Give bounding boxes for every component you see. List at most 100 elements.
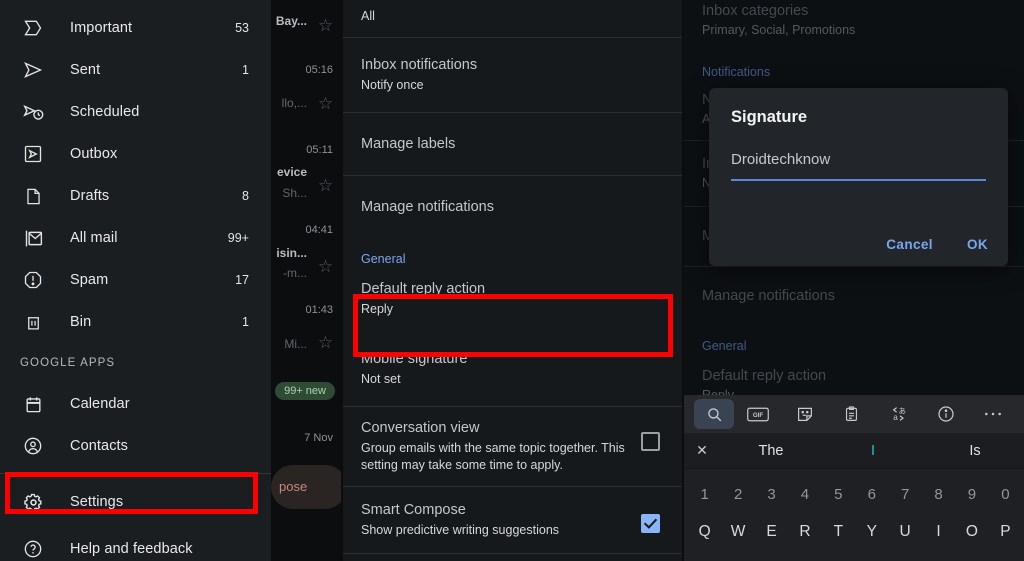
sidebar-item-all-mail[interactable]: All mail 99+ (0, 217, 271, 259)
settings-row-inbox-notifications[interactable]: Inbox notifications Notify once (343, 38, 682, 112)
sidebar-item-spam[interactable]: Spam 17 (0, 259, 271, 301)
clipboard-icon[interactable] (828, 399, 875, 429)
close-icon[interactable]: ✕ (684, 442, 720, 459)
key-4[interactable]: 4 (788, 486, 821, 503)
cancel-button[interactable]: Cancel (886, 237, 933, 252)
settings-row-title: Inbox categories (702, 3, 809, 19)
list-item: 7 Nov (304, 432, 333, 444)
sticker-icon[interactable] (781, 399, 828, 429)
settings-row-value: All (361, 9, 375, 23)
settings-row-manage-labels[interactable]: Manage labels (343, 113, 682, 175)
sidebar-item-count: 99+ (227, 231, 249, 245)
key-t[interactable]: T (822, 523, 855, 541)
gif-icon[interactable]: GIF (734, 399, 781, 429)
settings-row-all[interactable]: All (343, 0, 682, 37)
key-q[interactable]: Q (688, 523, 721, 541)
sidebar-item-settings[interactable]: Settings (0, 478, 271, 526)
dialog-actions: Cancel OK (886, 237, 988, 252)
list-item: llo,... (281, 96, 307, 110)
unread-count-badge: 99+ new (275, 382, 335, 400)
sidebar-item-label: Sent (70, 62, 101, 78)
list-item: 04:41 (305, 224, 333, 236)
translate-icon[interactable]: a あ (875, 399, 922, 429)
smart-compose-checkbox[interactable] (641, 514, 660, 533)
sidebar-item-label: Important (70, 20, 133, 36)
key-r[interactable]: R (788, 523, 821, 541)
settings-row-conversation-view[interactable]: Conversation view Group emails with the … (343, 407, 682, 486)
star-icon[interactable]: ☆ (316, 16, 335, 35)
divider (0, 473, 271, 474)
key-5[interactable]: 5 (822, 486, 855, 503)
more-options-icon[interactable] (969, 399, 1016, 429)
compose-button[interactable]: pose (271, 465, 341, 509)
key-9[interactable]: 9 (955, 486, 988, 503)
keyboard-number-row: 1 2 3 4 5 6 7 8 9 0 (688, 475, 1022, 513)
star-icon[interactable]: ☆ (316, 94, 335, 113)
key-7[interactable]: 7 (888, 486, 921, 503)
list-item: 05:11 (306, 144, 333, 156)
settings-row-value: Group emails with the same topic togethe… (361, 441, 625, 473)
svg-text:a: a (893, 413, 898, 422)
keyboard-toolbar: GIF a あ (684, 395, 1024, 433)
panel-signature-dialog: Inbox categories Primary, Social, Promot… (682, 0, 1024, 561)
ok-button[interactable]: OK (967, 237, 988, 252)
on-screen-keyboard: GIF a あ ✕ The I Is 1 2 3 4 5 6 7 8 9 0 Q… (684, 395, 1024, 561)
sidebar-item-label: Help and feedback (70, 541, 193, 557)
key-p[interactable]: P (989, 523, 1022, 541)
settings-row-default-reply-action[interactable]: Default reply action Reply (343, 270, 682, 334)
help-circle-icon (20, 536, 46, 561)
settings-row-title: Manage notifications (361, 199, 494, 215)
suggestion-word[interactable]: I (822, 443, 924, 459)
spam-warning-icon (20, 267, 46, 293)
key-w[interactable]: W (721, 523, 754, 541)
key-e[interactable]: E (755, 523, 788, 541)
sidebar-item-label: Scheduled (70, 104, 140, 120)
key-o[interactable]: O (955, 523, 988, 541)
conversation-view-checkbox[interactable] (641, 432, 660, 452)
sidebar-section-header: GOOGLE APPS (20, 357, 116, 369)
signature-input[interactable]: Droidtechknow (731, 151, 986, 168)
settings-row-smart-compose[interactable]: Smart Compose Show predictive writing su… (343, 487, 682, 553)
sidebar-item-drafts[interactable]: Drafts 8 (0, 175, 271, 217)
settings-row-manage-notifications[interactable]: Manage notifications (343, 176, 682, 238)
key-1[interactable]: 1 (688, 486, 721, 503)
settings-row-manage-notifications[interactable]: Manage notifications (684, 267, 1024, 325)
settings-section-general: General (702, 338, 747, 353)
star-icon[interactable]: ☆ (316, 257, 335, 276)
signature-input-wrapper[interactable]: Droidtechknow (731, 151, 986, 181)
key-2[interactable]: 2 (721, 486, 754, 503)
sidebar-item-bin[interactable]: Bin 1 (0, 301, 271, 343)
search-icon[interactable] (694, 399, 734, 429)
suggestion-word[interactable]: The (720, 443, 822, 459)
settings-row-title: Inbox notifications (361, 56, 478, 73)
key-i[interactable]: I (922, 523, 955, 541)
key-3[interactable]: 3 (755, 486, 788, 503)
sidebar-item-sent[interactable]: Sent 1 (0, 49, 271, 91)
settings-row-inbox-categories[interactable]: Inbox categories Primary, Social, Promot… (684, 0, 1024, 51)
key-u[interactable]: U (888, 523, 921, 541)
settings-row-mobile-signature[interactable]: Mobile signature Not set (343, 334, 682, 406)
sidebar-item-label: Spam (70, 272, 109, 288)
sidebar-item-contacts[interactable]: Contacts (0, 425, 271, 467)
settings-row-value: Show predictive writing suggestions (361, 523, 560, 538)
star-icon[interactable]: ☆ (316, 333, 335, 352)
key-y[interactable]: Y (855, 523, 888, 541)
all-mail-icon (20, 225, 46, 251)
key-0[interactable]: 0 (989, 486, 1022, 503)
suggestion-word[interactable]: Is (924, 443, 1024, 459)
key-8[interactable]: 8 (922, 486, 955, 503)
sidebar-item-scheduled[interactable]: Scheduled (0, 91, 271, 133)
settings-row-smart-reply[interactable]: Smart Reply Show suggested replies when … (343, 554, 682, 561)
key-6[interactable]: 6 (855, 486, 888, 503)
info-icon[interactable] (922, 399, 969, 429)
sidebar-item-outbox[interactable]: Outbox (0, 133, 271, 175)
email-list-strip: Bay... ☆ 05:16 llo,... ☆ 05:11 evice Sh.… (270, 0, 341, 561)
list-item: Sh... (282, 186, 307, 200)
sidebar-item-calendar[interactable]: Calendar (0, 383, 271, 425)
sidebar-item-label: Settings (70, 494, 124, 510)
settings-row-title: Default reply action (702, 367, 827, 384)
contacts-person-icon (20, 433, 46, 459)
star-icon[interactable]: ☆ (316, 176, 335, 195)
sidebar-item-important[interactable]: Important 53 (0, 7, 271, 49)
sidebar-item-help-and-feedback[interactable]: Help and feedback (0, 526, 271, 561)
